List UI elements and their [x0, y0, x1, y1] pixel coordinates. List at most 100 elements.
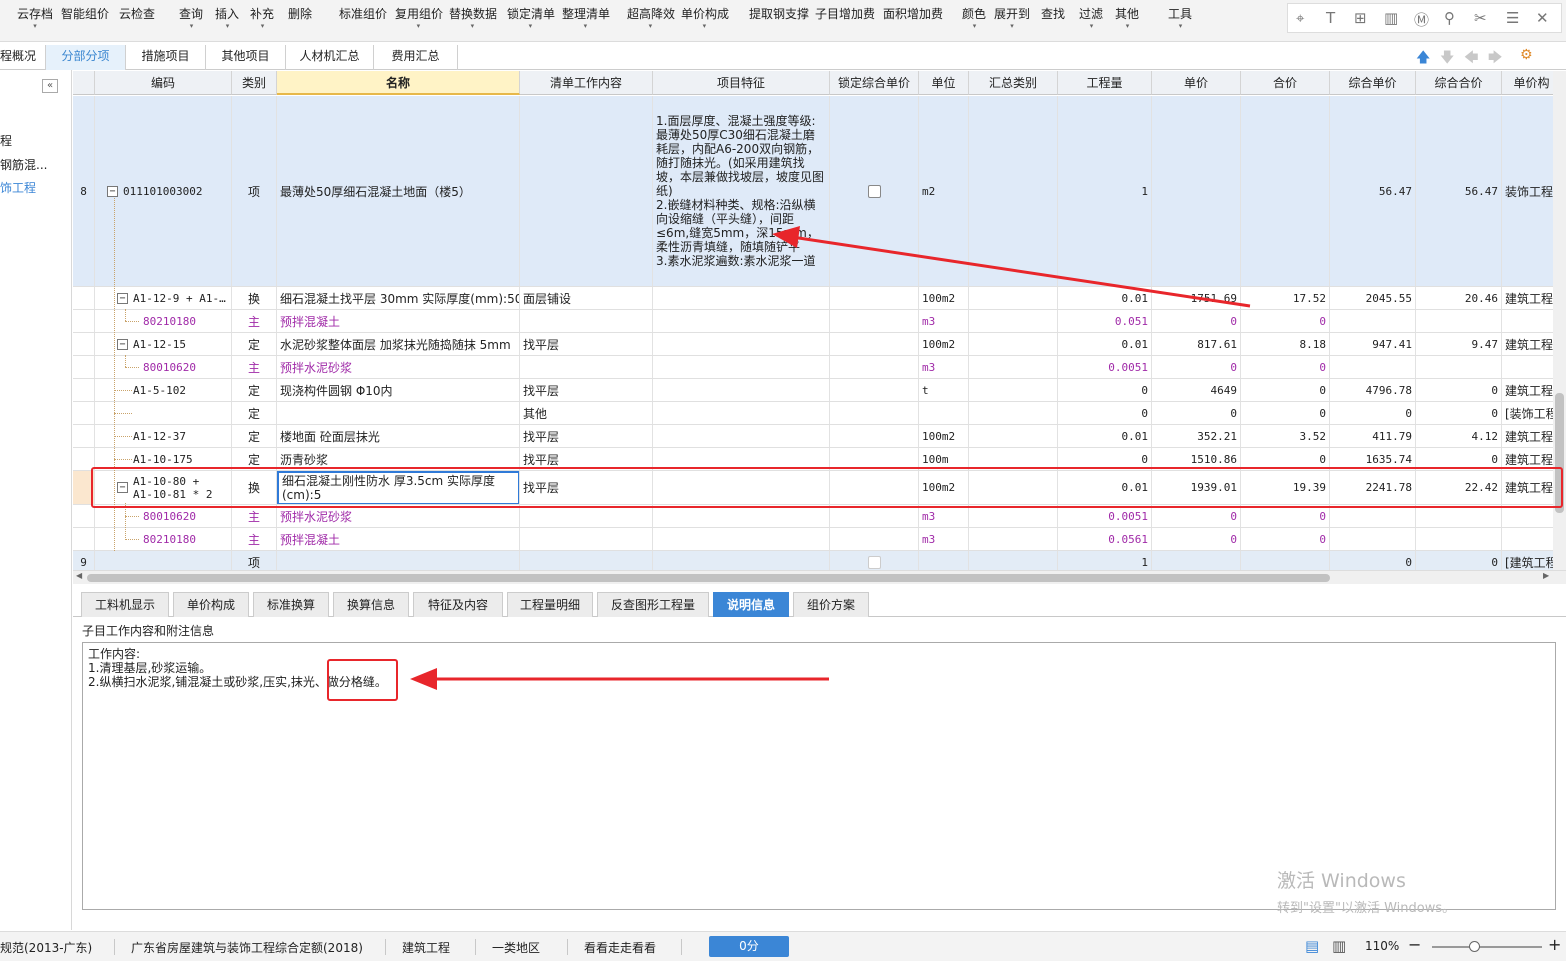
- col-header-qty[interactable]: 工程量: [1058, 71, 1152, 95]
- row-total[interactable]: 0: [1241, 379, 1330, 401]
- row-ctotal[interactable]: 0: [1416, 379, 1502, 401]
- zoom-in-icon[interactable]: +: [1548, 935, 1561, 954]
- collapse-panel-icon[interactable]: «: [42, 79, 58, 93]
- row-total[interactable]: [1241, 551, 1330, 570]
- row-lock[interactable]: [830, 96, 919, 286]
- row-type[interactable]: 定: [232, 333, 277, 355]
- row-qty[interactable]: 0: [1058, 402, 1152, 424]
- row-pricecomp[interactable]: [1502, 356, 1553, 378]
- row-name[interactable]: 预拌混凝土: [277, 310, 520, 332]
- row-ctotal[interactable]: 0: [1416, 402, 1502, 424]
- expand-to-button[interactable]: 展开到 ▾: [994, 5, 1030, 30]
- row-feature[interactable]: [653, 356, 830, 378]
- row-content[interactable]: 其他: [520, 402, 653, 424]
- row-type[interactable]: 主: [232, 528, 277, 550]
- row-qty[interactable]: 0.051: [1058, 310, 1152, 332]
- row-unit[interactable]: m3: [919, 528, 969, 550]
- row-cprice[interactable]: [1330, 528, 1416, 550]
- row-pricecomp[interactable]: 装饰工程: [1502, 96, 1553, 286]
- row-code[interactable]: 80010620: [95, 505, 232, 527]
- score-button[interactable]: 0分: [709, 936, 789, 957]
- row-type[interactable]: 主: [232, 310, 277, 332]
- row-feature[interactable]: [653, 310, 830, 332]
- col-header-pricecomp[interactable]: 单价构: [1502, 71, 1553, 95]
- row-qty[interactable]: 0: [1058, 379, 1152, 401]
- view-mode-icon[interactable]: ▤: [1305, 937, 1319, 955]
- lock-price-checkbox[interactable]: [867, 555, 881, 569]
- tab-feature-content[interactable]: 特征及内容: [413, 592, 503, 617]
- table-row[interactable]: 定 其他 0 0 0 0 0 [装饰工程: [73, 402, 1553, 425]
- tab-cost-summary[interactable]: 费用汇总: [374, 45, 458, 70]
- scroll-left-icon[interactable]: ◀: [76, 571, 82, 580]
- tab-quantity-detail[interactable]: 工程量明细: [507, 592, 593, 617]
- row-qty[interactable]: 0.0051: [1058, 505, 1152, 527]
- table-row[interactable]: 8 −011101003002 项 最薄处50厚细石混凝土地面（楼5） 1.面层…: [73, 96, 1553, 287]
- row-qty[interactable]: 0.0561: [1058, 528, 1152, 550]
- tab-other-items[interactable]: 其他项目: [206, 45, 286, 70]
- table-row[interactable]: 80210180 主 预拌混凝土 m3 0.0561 0 0: [73, 528, 1553, 551]
- row-code[interactable]: −011101003002: [95, 96, 232, 286]
- tab-reverse-graphic[interactable]: 反查图形工程量: [597, 592, 709, 617]
- row-lock[interactable]: [830, 402, 919, 424]
- row-type[interactable]: 项: [232, 551, 277, 570]
- table-row[interactable]: − A1-12-9 + A1-… 换 细石混凝土找平层 30mm 实际厚度(mm)…: [73, 287, 1553, 310]
- row-qty[interactable]: 0.0051: [1058, 356, 1152, 378]
- zoom-out-icon[interactable]: −: [1408, 935, 1421, 954]
- row-price[interactable]: 0: [1152, 528, 1241, 550]
- row-cprice[interactable]: [1330, 356, 1416, 378]
- row-content[interactable]: [520, 505, 653, 527]
- row-ctotal[interactable]: [1416, 310, 1502, 332]
- col-header-unit[interactable]: 单位: [919, 71, 969, 95]
- row-price[interactable]: [1152, 551, 1241, 570]
- unit-price-comp-button[interactable]: 单价构成 ▾: [681, 5, 729, 30]
- row-code[interactable]: − A1-12-15: [95, 333, 232, 355]
- row-lock[interactable]: [830, 379, 919, 401]
- col-header-price[interactable]: 单价: [1152, 71, 1241, 95]
- row-content[interactable]: 找平层: [520, 379, 653, 401]
- settings-icon[interactable]: ⚙: [1520, 47, 1533, 63]
- row-lock[interactable]: [830, 333, 919, 355]
- color-button[interactable]: 颜色 ▾: [962, 5, 986, 30]
- col-header-ctotal[interactable]: 综合合价: [1416, 71, 1502, 95]
- row-content[interactable]: [520, 551, 653, 570]
- row-lock[interactable]: [830, 356, 919, 378]
- row-price[interactable]: 4649: [1152, 379, 1241, 401]
- row-price[interactable]: 0: [1152, 356, 1241, 378]
- row-pricecomp[interactable]: [建筑工程: [1502, 551, 1553, 570]
- standard-price-button[interactable]: 标准组价: [339, 5, 387, 22]
- row-sumcat[interactable]: [969, 505, 1058, 527]
- row-sumcat[interactable]: [969, 287, 1058, 309]
- collapse-node-icon[interactable]: −: [117, 292, 128, 304]
- move-right-icon[interactable]: 🡆: [1488, 47, 1502, 71]
- split-view-icon[interactable]: ▥: [1332, 937, 1346, 955]
- row-name[interactable]: 现浇构件圆钢 Φ10内: [277, 379, 520, 401]
- row-lock[interactable]: [830, 425, 919, 447]
- row-content[interactable]: [520, 96, 653, 286]
- row-name[interactable]: 最薄处50厚细石混凝土地面（楼5）: [277, 96, 520, 286]
- col-header-sumcat[interactable]: 汇总类别: [969, 71, 1058, 95]
- row-unit[interactable]: t: [919, 379, 969, 401]
- row-total[interactable]: 17.52: [1241, 287, 1330, 309]
- row-type[interactable]: 定: [232, 379, 277, 401]
- row-name[interactable]: 水泥砂浆整体面层 加浆抹光随捣随抹 5mm: [277, 333, 520, 355]
- sub-fee-button[interactable]: 子目增加费: [815, 5, 875, 22]
- row-cprice[interactable]: 0: [1330, 551, 1416, 570]
- table-row[interactable]: 80010620 主 预拌水泥砂浆 m3 0.0051 0 0: [73, 356, 1553, 379]
- row-pricecomp[interactable]: [1502, 310, 1553, 332]
- delete-button[interactable]: 删除: [288, 5, 312, 22]
- row-sumcat[interactable]: [969, 379, 1058, 401]
- row-cprice[interactable]: 56.47: [1330, 96, 1416, 286]
- table-row[interactable]: A1-5-102 定 现浇构件圆钢 Φ10内 找平层 t 0 4649 0 47…: [73, 379, 1553, 402]
- row-ctotal[interactable]: 56.47: [1416, 96, 1502, 286]
- row-type[interactable]: 项: [232, 96, 277, 286]
- collapse-node-icon[interactable]: −: [107, 185, 118, 197]
- row-code[interactable]: 80010620: [95, 356, 232, 378]
- row-price[interactable]: [1152, 96, 1241, 286]
- row-qty[interactable]: 1: [1058, 96, 1152, 286]
- tab-divisions[interactable]: 分部分项: [46, 45, 126, 70]
- zoom-slider-handle[interactable]: [1469, 941, 1480, 952]
- row-type[interactable]: 定: [232, 402, 277, 424]
- row-name[interactable]: 楼地面 砼面层抹光: [277, 425, 520, 447]
- row-code[interactable]: [95, 551, 232, 570]
- tab-measures[interactable]: 措施项目: [126, 45, 206, 70]
